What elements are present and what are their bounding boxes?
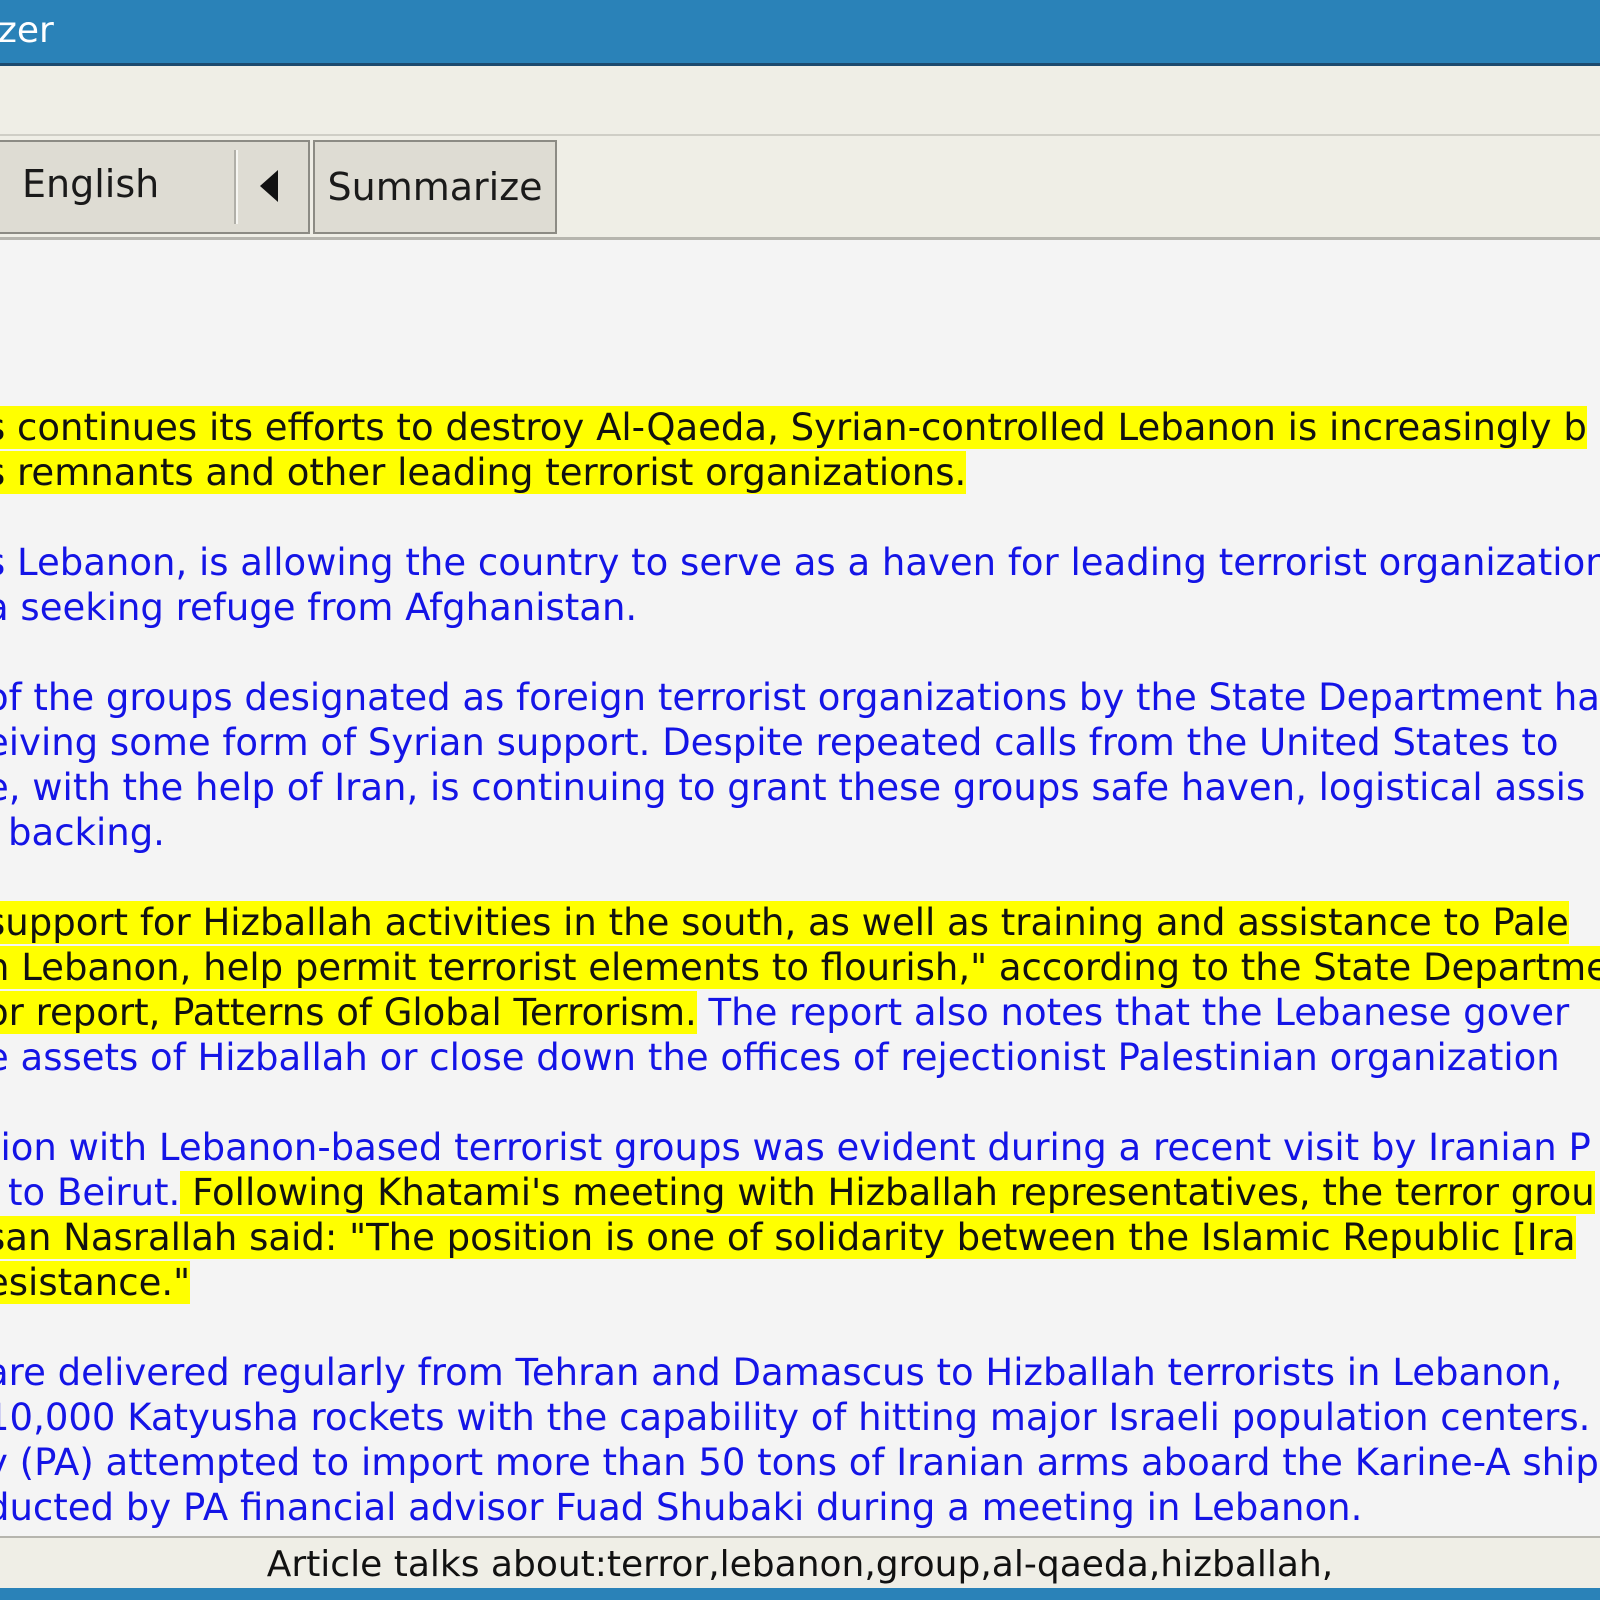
text-line: i to Beirut. Following Khatami's meeting…	[0, 1170, 1595, 1215]
language-select[interactable]: English	[0, 140, 310, 234]
highlighted-sentence: or report, Patterns of Global Terrorism.	[0, 991, 697, 1034]
text-line: eiving some form of Syrian support. Desp…	[0, 720, 1559, 765]
text-line: s remnants and other leading terrorist o…	[0, 450, 967, 495]
highlighted-sentence: san Nasrallah said: "The position is one…	[0, 1216, 1576, 1259]
highlighted-sentence: support for Hizballah activities in the …	[0, 901, 1569, 944]
text-line: of the groups designated as foreign terr…	[0, 675, 1600, 720]
text-line: a seeking refuge from Afghanistan.	[0, 585, 637, 630]
text-line: y (PA) attempted to import more than 50 …	[0, 1440, 1599, 1485]
article-text-area[interactable]: s continues its efforts to destroy Al-Qa…	[0, 240, 1600, 1536]
summarize-button[interactable]: Summarize	[313, 140, 557, 234]
sentence: i to Beirut.	[0, 1171, 181, 1214]
text-line: s Lebanon, is allowing the country to se…	[0, 540, 1600, 585]
sentence: y (PA) attempted to import more than 50 …	[0, 1441, 1599, 1484]
sentence: The report also notes that the Lebanese …	[696, 991, 1570, 1034]
text-line: e assets of Hizballah or close down the …	[0, 1035, 1560, 1080]
text-line: esistance."	[0, 1260, 191, 1305]
language-select-value: English	[22, 162, 160, 206]
highlighted-sentence: esistance."	[0, 1261, 191, 1304]
toolbar: English Summarize	[0, 136, 1600, 240]
text-line: are delivered regularly from Tehran and …	[0, 1350, 1562, 1395]
text-line: or report, Patterns of Global Terrorism.…	[0, 990, 1569, 1035]
highlighted-sentence: s continues its efforts to destroy Al-Qa…	[0, 406, 1587, 449]
sentence: e, with the help of Iran, is continuing …	[0, 766, 1586, 809]
triangle-left-icon[interactable]	[260, 170, 278, 202]
sentence: eiving some form of Syrian support. Desp…	[0, 721, 1559, 764]
text-line: 10,000 Katyusha rockets with the capabil…	[0, 1395, 1590, 1440]
text-line: support for Hizballah activities in the …	[0, 900, 1569, 945]
status-text: Article talks about:terror,lebanon,group…	[266, 1544, 1334, 1585]
menu-bar	[0, 66, 1600, 136]
text-line: san Nasrallah said: "The position is one…	[0, 1215, 1576, 1260]
language-select-divider	[234, 150, 238, 224]
highlighted-sentence: Following Khatami's meeting with Hizball…	[180, 1171, 1595, 1214]
text-line: tion with Lebanon-based terrorist groups…	[0, 1125, 1591, 1170]
sentence: e assets of Hizballah or close down the …	[0, 1036, 1560, 1079]
sentence: l backing.	[0, 811, 165, 854]
window-bottom-frame	[0, 1588, 1600, 1600]
highlighted-sentence: n Lebanon, help permit terrorist element…	[0, 946, 1600, 989]
highlighted-sentence: s remnants and other leading terrorist o…	[0, 451, 967, 494]
sentence: tion with Lebanon-based terrorist groups…	[0, 1126, 1591, 1169]
text-line: ducted by PA financial advisor Fuad Shub…	[0, 1485, 1362, 1530]
text-line: l backing.	[0, 810, 165, 855]
window-title: zer	[0, 10, 54, 51]
sentence: 10,000 Katyusha rockets with the capabil…	[0, 1396, 1591, 1439]
text-line: s continues its efforts to destroy Al-Qa…	[0, 405, 1587, 450]
text-line: n Lebanon, help permit terrorist element…	[0, 945, 1600, 990]
sentence: ducted by PA financial advisor Fuad Shub…	[0, 1486, 1363, 1529]
sentence: s Lebanon, is allowing the country to se…	[0, 541, 1600, 584]
title-bar[interactable]: zer	[0, 0, 1600, 66]
sentence: of the groups designated as foreign terr…	[0, 676, 1600, 719]
sentence: a seeking refuge from Afghanistan.	[0, 586, 638, 629]
summarizer-window: zer English Summarize s continues its ef…	[0, 0, 1600, 1600]
text-line: e, with the help of Iran, is continuing …	[0, 765, 1585, 810]
sentence: are delivered regularly from Tehran and …	[0, 1351, 1563, 1394]
